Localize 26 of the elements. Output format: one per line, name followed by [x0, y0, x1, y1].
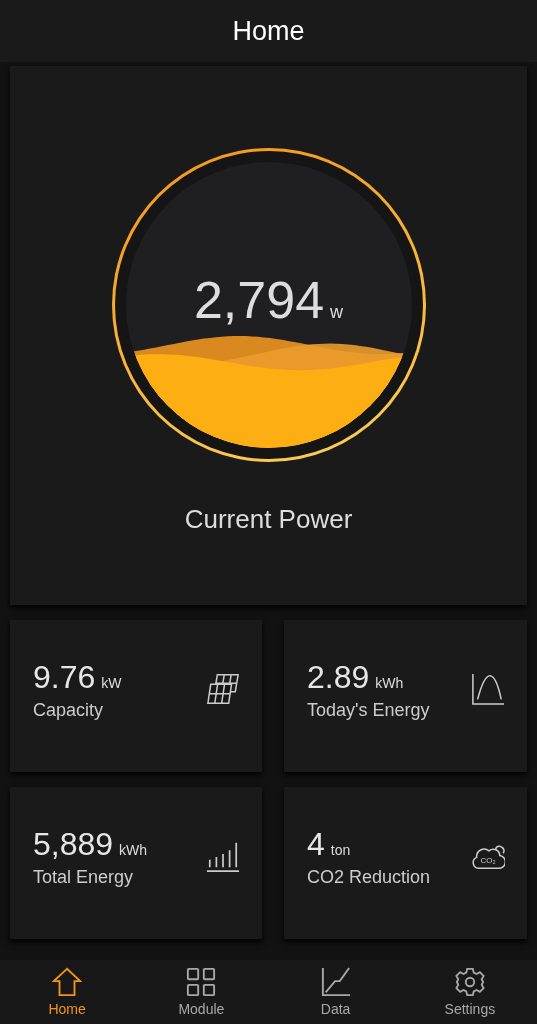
stat-label: Today's Energy — [307, 700, 430, 721]
power-label: Current Power — [184, 504, 353, 535]
grid-icon — [186, 967, 217, 997]
settings-icon — [454, 967, 485, 997]
stat-label: Total Energy — [33, 867, 135, 888]
page-title: Home — [232, 15, 305, 47]
stat-label: CO2 Reduction — [307, 867, 431, 888]
line-chart-icon — [320, 967, 351, 997]
stat-unit: kWh — [119, 842, 148, 858]
stat-unit: kWh — [375, 675, 404, 691]
nav-tab[interactable]: Module — [134, 960, 269, 1024]
power-value: 2,794 — [193, 270, 325, 330]
stat-value: 2.89 — [307, 659, 370, 696]
nav-tab[interactable]: Data — [268, 960, 403, 1024]
nav-tab[interactable]: Home — [0, 960, 135, 1024]
solar-panel-icon — [206, 672, 240, 706]
stat-label: Capacity — [33, 700, 105, 721]
power-unit: w — [330, 302, 344, 323]
nav-tab[interactable]: Settings — [402, 960, 537, 1024]
stat-value: 4 — [307, 826, 325, 863]
stat-value: 9.76 — [33, 659, 96, 696]
stat-unit: kW — [101, 675, 122, 691]
stat-value: 5,889 — [33, 826, 114, 863]
home-icon — [52, 967, 83, 997]
stat-unit: ton — [330, 842, 351, 858]
curve-chart-icon — [471, 672, 505, 706]
